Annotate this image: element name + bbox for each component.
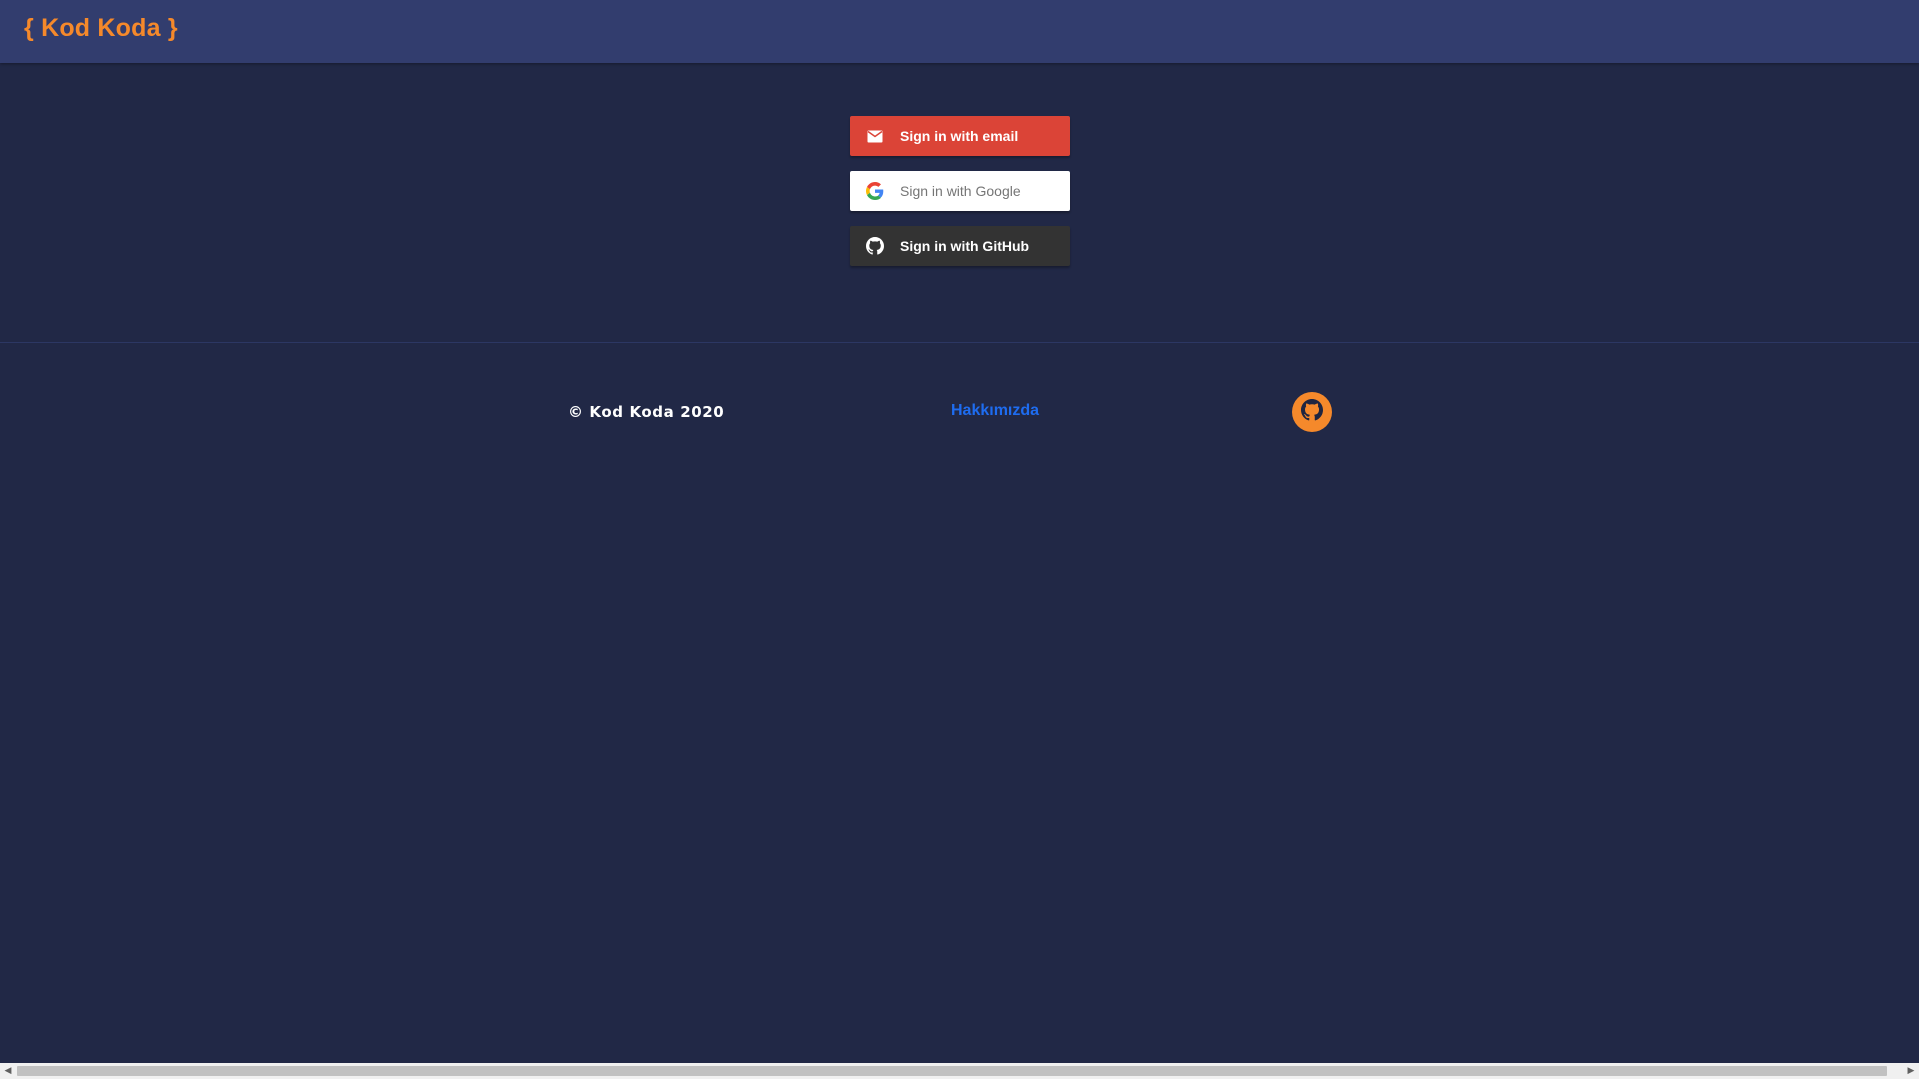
scrollbar-thumb[interactable] <box>17 1066 1887 1076</box>
copyright-text: © Kod Koda 2020 <box>568 403 725 421</box>
footer: © Kod Koda 2020 Hakkımızda <box>0 343 1919 483</box>
brand-logo[interactable]: { Kod Koda } <box>24 14 178 43</box>
sign-in-github-button[interactable]: Sign in with GitHub <box>850 226 1070 266</box>
top-navbar: { Kod Koda } <box>0 0 1919 63</box>
sign-in-email-label: Sign in with email <box>900 128 1019 144</box>
github-icon <box>1301 398 1323 426</box>
github-icon <box>866 237 884 255</box>
scroll-left-arrow-icon[interactable]: ◀ <box>0 1063 16 1079</box>
google-icon <box>866 182 884 200</box>
sign-in-email-button[interactable]: Sign in with email <box>850 116 1070 156</box>
scroll-right-arrow-icon[interactable]: ▶ <box>1903 1063 1919 1079</box>
sign-in-github-label: Sign in with GitHub <box>900 238 1030 254</box>
mail-icon <box>866 127 884 145</box>
horizontal-scrollbar[interactable]: ◀ ▶ <box>0 1063 1919 1079</box>
sign-in-google-button[interactable]: Sign in with Google <box>850 171 1070 211</box>
page: { Kod Koda } Sign in with email Sign in … <box>0 0 1919 1079</box>
sign-in-options: Sign in with email Sign in with Google S… <box>850 116 1070 281</box>
footer-github-button[interactable] <box>1292 392 1332 432</box>
sign-in-google-label: Sign in with Google <box>900 183 1021 199</box>
about-link[interactable]: Hakkımızda <box>951 402 1039 420</box>
